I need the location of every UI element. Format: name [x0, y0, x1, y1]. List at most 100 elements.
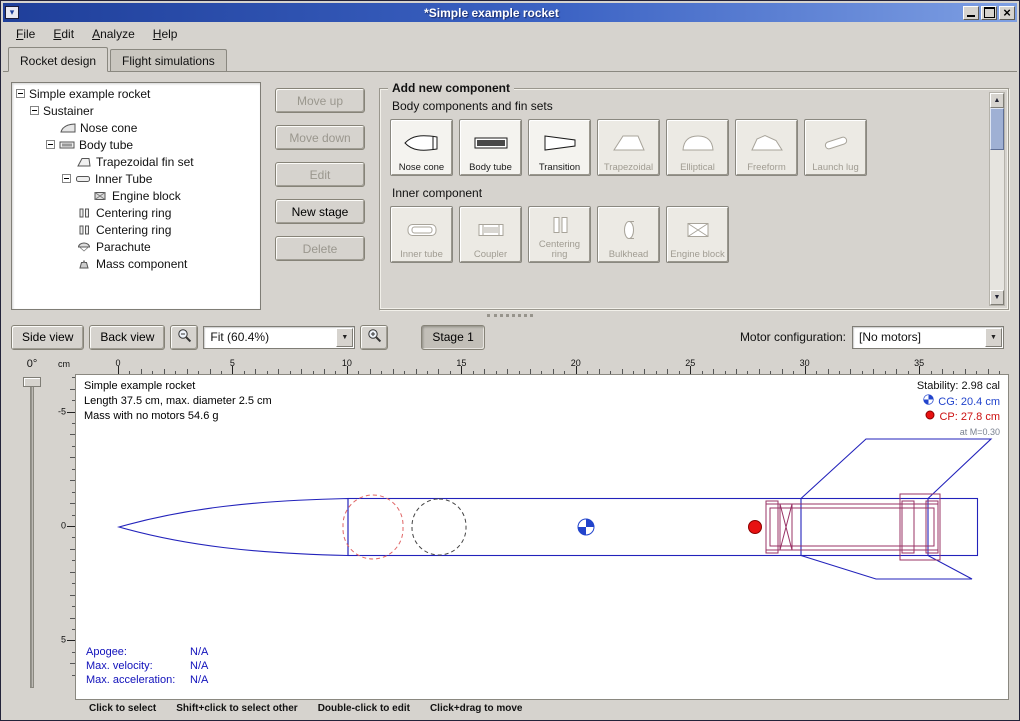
engine-block-icon: [679, 210, 717, 250]
collapse-icon[interactable]: [46, 140, 55, 149]
trapezoidal-fin-icon: [610, 123, 648, 163]
collapse-icon[interactable]: [62, 174, 71, 183]
menu-file[interactable]: File: [7, 24, 44, 44]
close-button[interactable]: [999, 6, 1015, 20]
menu-analyze[interactable]: Analyze: [83, 24, 144, 44]
chevron-down-icon[interactable]: [985, 328, 1002, 347]
zoom-in-button[interactable]: [360, 325, 388, 350]
zoom-select[interactable]: Fit (60.4%): [203, 326, 355, 349]
rocket-info-block: Simple example rocket Length 37.5 cm, ma…: [84, 379, 272, 424]
component-panel-scrollbar[interactable]: [989, 92, 1005, 306]
body-components-label: Body components and fin sets: [392, 99, 984, 113]
tree-item-inner-tube[interactable]: Inner Tube: [12, 170, 260, 187]
add-launch-lug-button[interactable]: Launch lug: [804, 119, 867, 176]
component-tree[interactable]: Simple example rocket Sustainer Nose con…: [11, 82, 261, 310]
rocket-design-panel: Simple example rocket Sustainer Nose con…: [3, 71, 1017, 718]
menu-bar: File Edit Analyze Help: [3, 22, 1017, 46]
cp-icon: [925, 410, 935, 425]
add-centering-ring-button[interactable]: Centering ring: [528, 206, 591, 263]
scrollbar-thumb[interactable]: [990, 108, 1004, 150]
fin-set-icon: [76, 157, 92, 167]
scroll-down-icon[interactable]: [990, 290, 1004, 305]
maximize-button[interactable]: [981, 6, 997, 20]
back-view-button[interactable]: Back view: [89, 325, 165, 350]
minimize-button[interactable]: [963, 6, 979, 20]
add-elliptical-fin-button[interactable]: Elliptical: [666, 119, 729, 176]
menu-help[interactable]: Help: [144, 24, 187, 44]
nose-cone-icon: [60, 123, 76, 133]
window-title: *Simple example rocket: [22, 6, 961, 20]
tree-item-label: Simple example rocket: [29, 87, 150, 101]
slider-thumb[interactable]: [23, 377, 41, 387]
tree-item-label: Mass component: [96, 257, 187, 271]
add-coupler-button[interactable]: Coupler: [459, 206, 522, 263]
move-up-button[interactable]: Move up: [275, 88, 365, 113]
motor-configuration-label: Motor configuration:: [740, 330, 846, 344]
side-view-button[interactable]: Side view: [11, 325, 84, 350]
cg-marker: [578, 519, 594, 535]
max-acceleration-label: Max. acceleration:: [86, 673, 190, 687]
zoom-select-value: Fit (60.4%): [210, 330, 269, 344]
tree-item-trapezoidal-fin-set[interactable]: Trapezoidal fin set: [12, 153, 260, 170]
menu-edit[interactable]: Edit: [44, 24, 83, 44]
move-down-button[interactable]: Move down: [275, 125, 365, 150]
body-tube-icon: [59, 140, 75, 150]
add-freeform-fin-button[interactable]: Freeform: [735, 119, 798, 176]
tree-item-centering-ring-2[interactable]: Centering ring: [12, 221, 260, 238]
rocket-canvas[interactable]: Simple example rocket Length 37.5 cm, ma…: [75, 374, 1009, 700]
body-component-row: Nose cone Body tube Transition Trapezoid…: [390, 119, 984, 176]
cp-marker: [749, 521, 762, 534]
magnifier-plus-icon: [367, 328, 382, 346]
tree-item-rocket[interactable]: Simple example rocket: [12, 85, 260, 102]
tab-flight-simulations[interactable]: Flight simulations: [110, 49, 227, 71]
add-engine-block-button[interactable]: Engine block: [666, 206, 729, 263]
collapse-icon[interactable]: [16, 89, 25, 98]
add-body-tube-button[interactable]: Body tube: [459, 119, 522, 176]
flight-stats: Apogee: N/A Max. velocity: N/A Max. acce…: [86, 645, 208, 687]
tab-rocket-design[interactable]: Rocket design: [8, 47, 108, 72]
add-transition-button[interactable]: Transition: [528, 119, 591, 176]
add-inner-tube-button[interactable]: Inner tube: [390, 206, 453, 263]
add-bulkhead-button[interactable]: Bulkhead: [597, 206, 660, 263]
motor-configuration-select[interactable]: [No motors]: [852, 326, 1004, 349]
mach-condition: at M=0.30: [917, 425, 1000, 440]
tree-item-label: Nose cone: [80, 121, 137, 135]
tree-item-label: Body tube: [79, 138, 133, 152]
tree-item-body-tube[interactable]: Body tube: [12, 136, 260, 153]
rocket-mass: Mass with no motors 54.6 g: [84, 409, 272, 424]
component-button-label: Launch lug: [812, 163, 858, 173]
horizontal-ruler: 05101520253035: [75, 358, 1009, 374]
tree-item-mass-component[interactable]: Mass component: [12, 255, 260, 272]
engine-block-icon: [92, 191, 108, 201]
stability-stats: Stability: 2.98 cal CG: 20.4 cm CP: 27.8…: [917, 379, 1000, 440]
panel-splitter[interactable]: [11, 310, 1009, 320]
collapse-icon[interactable]: [30, 106, 39, 115]
delete-button[interactable]: Delete: [275, 236, 365, 261]
window-menu-icon[interactable]: [5, 6, 19, 19]
apogee-value: N/A: [190, 645, 208, 659]
magnifier-minus-icon: [177, 328, 192, 346]
add-nose-cone-button[interactable]: Nose cone: [390, 119, 453, 176]
tree-item-nose-cone[interactable]: Nose cone: [12, 119, 260, 136]
scroll-up-icon[interactable]: [990, 93, 1004, 108]
tree-item-centering-ring-1[interactable]: Centering ring: [12, 204, 260, 221]
stage-1-toggle-button[interactable]: Stage 1: [421, 325, 484, 350]
edit-button[interactable]: Edit: [275, 162, 365, 187]
rotation-slider[interactable]: [11, 374, 53, 700]
tree-item-engine-block[interactable]: Engine block: [12, 187, 260, 204]
add-trapezoidal-fin-button[interactable]: Trapezoidal: [597, 119, 660, 176]
motor-configuration-value: [No motors]: [859, 330, 921, 344]
tree-item-sustainer[interactable]: Sustainer: [12, 102, 260, 119]
inner-component-row: Inner tube Coupler Centering ring Bulkhe…: [390, 206, 984, 263]
bulkhead-icon: [610, 210, 648, 250]
new-stage-button[interactable]: New stage: [275, 199, 365, 224]
cg-icon: [923, 394, 934, 410]
component-button-label: Elliptical: [680, 163, 715, 173]
transition-icon: [541, 123, 579, 163]
rotation-angle-label: 0°: [27, 358, 38, 374]
title-bar[interactable]: *Simple example rocket: [3, 3, 1017, 22]
chevron-down-icon[interactable]: [336, 328, 353, 347]
tree-item-parachute[interactable]: Parachute: [12, 238, 260, 255]
apogee-row: Apogee: N/A: [86, 645, 208, 659]
zoom-out-button[interactable]: [170, 325, 198, 350]
